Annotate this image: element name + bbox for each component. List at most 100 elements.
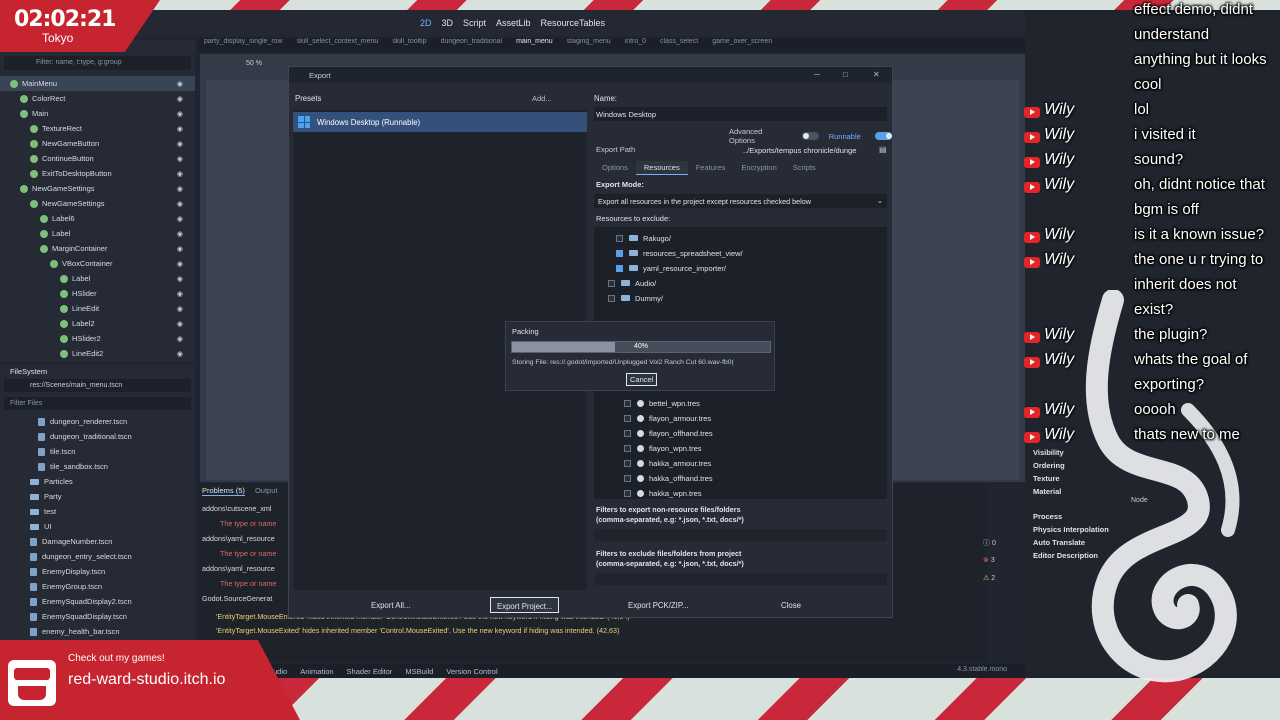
inspector-section[interactable]: Ordering [1033,461,1065,470]
runnable-toggle[interactable] [874,132,892,140]
eye-icon[interactable]: ◉ [177,125,183,133]
eye-icon[interactable]: ◉ [177,110,183,118]
exclude-checkbox[interactable] [624,429,631,437]
file-item[interactable]: tile.tscn [0,444,195,459]
exclude-checkbox[interactable] [624,414,631,422]
file-item[interactable]: EnemySquadDisplay.tscn [0,609,195,624]
scene-node[interactable]: VBoxContainer ◉ [0,256,195,271]
resource-row[interactable]: Rakugo/ [616,231,671,245]
scene-node[interactable]: NewGameSettings ◉ [0,181,195,196]
folder-item[interactable]: UI [0,519,195,534]
exclude-checkbox[interactable] [608,294,615,302]
scene-tab[interactable]: skill_tooltip [392,38,426,52]
status-tab[interactable]: Version Control [446,667,497,676]
preset-item[interactable]: Windows Desktop (Runnable) [293,112,587,132]
tab-scripts[interactable]: Scripts [785,161,824,175]
scene-node[interactable]: Label ◉ [0,271,195,286]
scene-node[interactable]: ContinueButton ◉ [0,151,195,166]
eye-icon[interactable]: ◉ [177,320,183,328]
tab-options[interactable]: Options [594,161,636,175]
scene-node[interactable]: LineEdit2 ◉ [0,346,195,361]
exclude-checkbox[interactable] [624,489,631,497]
exclude-checkbox[interactable] [624,459,631,467]
inspector-section[interactable]: Material [1033,487,1061,496]
folder-item[interactable]: test [0,504,195,519]
scene-tab[interactable]: staging_menu [567,38,611,52]
resource-row[interactable]: yaml_resource_importer/ [616,261,726,275]
scene-node[interactable]: Main ◉ [0,106,195,121]
eye-icon[interactable]: ◉ [177,185,183,193]
add-preset-button[interactable]: Add... [532,94,552,103]
scene-node[interactable]: Label2 ◉ [0,316,195,331]
zoom-level[interactable]: 50 % [246,60,262,67]
close-button[interactable]: Close [775,597,807,613]
scene-tab[interactable]: skill_select_context_menu [297,38,379,52]
export-path-field[interactable]: ../Exports/tempus chronicle/dunge [739,143,877,157]
scene-node[interactable]: ColorRect ◉ [0,91,195,106]
eye-icon[interactable]: ◉ [177,245,183,253]
scene-node[interactable]: NewGameSettings ◉ [0,196,195,211]
resource-row[interactable]: Audio/ [608,276,656,290]
close-icon[interactable]: ✕ [873,70,880,79]
workspace-3d[interactable]: 3D [441,18,453,28]
inspector-section[interactable]: Process [1033,512,1062,521]
tab-problems[interactable]: Problems (5) [202,486,245,496]
resource-row[interactable]: bettel_wpn.tres [624,396,700,410]
folder-item[interactable]: Party [0,489,195,504]
file-item[interactable]: enemy_health_bar.tscn [0,624,195,639]
resource-row[interactable]: flayon_offhand.tres [624,426,713,440]
file-item[interactable]: tile_sandbox.tscn [0,459,195,474]
file-item[interactable]: DamageNumber.tscn [0,534,195,549]
exclude-checkbox[interactable] [624,444,631,452]
scene-tab[interactable]: intro_0 [625,38,646,52]
file-item[interactable]: EnemyDisplay.tscn [0,564,195,579]
preset-name-field[interactable]: Windows Desktop [594,107,887,121]
filter-exclude-input[interactable] [594,573,887,585]
tab-output[interactable]: Output [255,486,278,496]
filesystem-path[interactable]: res://Scenes/main_menu.tscn [4,379,191,392]
eye-icon[interactable]: ◉ [177,155,183,163]
scene-tab[interactable]: class_select [660,38,698,52]
scene-node[interactable]: Label ◉ [0,226,195,241]
eye-icon[interactable]: ◉ [177,305,183,313]
exclude-checkbox[interactable] [616,234,623,242]
warning-line[interactable]: 'EntityTarget.MouseExited' hides inherit… [216,626,619,635]
scene-node[interactable]: ExitToDesktopButton ◉ [0,166,195,181]
eye-icon[interactable]: ◉ [177,215,183,223]
file-item[interactable]: EnemyGroup.tscn [0,579,195,594]
eye-icon[interactable]: ◉ [177,260,183,268]
workspace-2d[interactable]: 2D [420,18,432,28]
maximize-icon[interactable]: □ [843,70,848,79]
scene-node[interactable]: MarginContainer ◉ [0,241,195,256]
scene-node[interactable]: HSlider ◉ [0,286,195,301]
tab-resources[interactable]: Resources [635,161,688,175]
file-item[interactable]: dungeon_entry_select.tscn [0,549,195,564]
exclude-checkbox[interactable] [624,399,631,407]
export-all-button[interactable]: Export All... [365,597,417,613]
workspace-assetlib[interactable]: AssetLib [496,18,531,28]
cancel-button[interactable]: Cancel [626,373,658,386]
scene-node[interactable]: HSlider2 ◉ [0,331,195,346]
status-tab[interactable]: MSBuild [405,667,433,676]
eye-icon[interactable]: ◉ [177,275,183,283]
eye-icon[interactable]: ◉ [177,200,183,208]
advanced-options-toggle[interactable] [801,132,819,140]
resource-row[interactable]: flayon_armour.tres [624,411,711,425]
filesystem-filter-input[interactable]: Filter Files [4,397,191,410]
scene-node[interactable]: LineEdit ◉ [0,301,195,316]
export-pck-button[interactable]: Export PCK/ZIP... [622,597,695,613]
inspector-section[interactable]: Texture [1033,474,1060,483]
scene-tab[interactable]: game_over_screen [712,38,772,52]
exclude-checkbox[interactable] [616,249,623,257]
eye-icon[interactable]: ◉ [177,335,183,343]
inspector-section[interactable]: Visibility [1033,448,1064,457]
resource-row[interactable]: hakka_armour.tres [624,456,711,470]
workspace-script[interactable]: Script [463,18,486,28]
scene-node[interactable]: MainMenu ◉ [0,76,195,91]
eye-icon[interactable]: ◉ [177,80,183,88]
eye-icon[interactable]: ◉ [177,140,183,148]
eye-icon[interactable]: ◉ [177,170,183,178]
file-item[interactable]: dungeon_renderer.tscn [0,414,195,429]
minimize-icon[interactable]: ─ [814,70,820,79]
tab-features[interactable]: Features [688,161,734,175]
